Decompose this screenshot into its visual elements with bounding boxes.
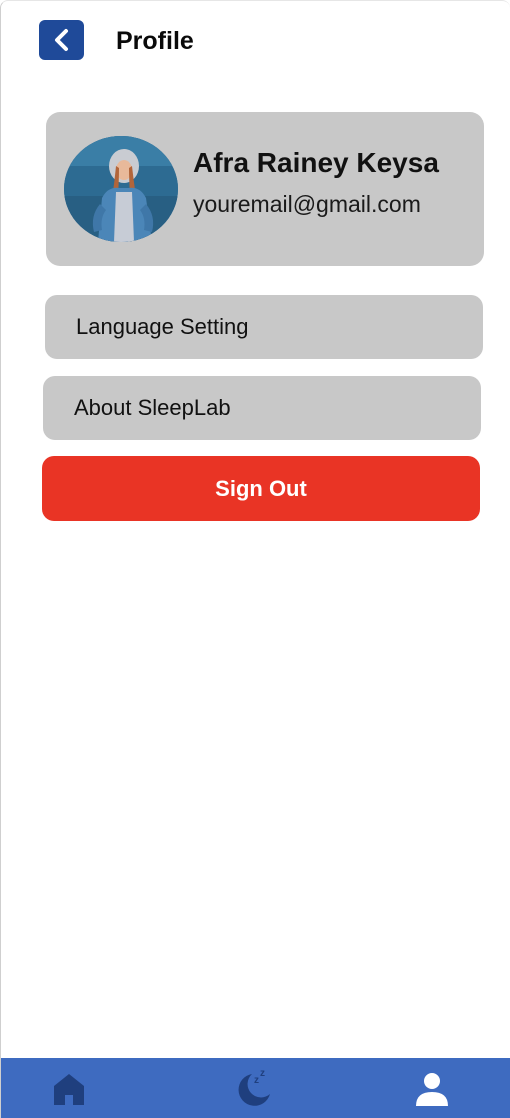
user-name: Afra Rainey Keysa	[193, 147, 439, 178]
sign-out-button[interactable]: Sign Out	[42, 456, 480, 521]
svg-text:z: z	[254, 1075, 259, 1086]
profile-screen: Profile Afra Rainey Keysa youremail@gmai…	[0, 0, 510, 1118]
nav-sleep-button[interactable]: z z	[219, 1058, 289, 1118]
profile-card: Afra Rainey Keysa youremail@gmail.com	[46, 112, 484, 266]
language-setting-button[interactable]: Language Setting	[45, 295, 483, 359]
user-photo	[64, 136, 178, 242]
profile-icon	[416, 1072, 448, 1106]
chevron-left-icon	[54, 29, 68, 51]
nav-profile-button[interactable]	[397, 1058, 467, 1118]
back-button[interactable]	[39, 20, 84, 60]
sleep-moon-icon: z z	[238, 1068, 270, 1106]
avatar[interactable]	[64, 136, 178, 242]
language-setting-label: Language Setting	[76, 314, 249, 339]
page-title: Profile	[116, 27, 194, 55]
nav-home-button[interactable]	[34, 1058, 104, 1118]
user-email: youremail@gmail.com	[193, 191, 421, 217]
home-icon	[54, 1073, 84, 1105]
svg-text:z: z	[260, 1068, 265, 1079]
sign-out-label: Sign Out	[215, 475, 307, 501]
bottom-navigation: z z	[1, 1058, 510, 1118]
about-sleeplab-label: About SleepLab	[74, 395, 231, 420]
about-sleeplab-button[interactable]: About SleepLab	[43, 376, 481, 440]
